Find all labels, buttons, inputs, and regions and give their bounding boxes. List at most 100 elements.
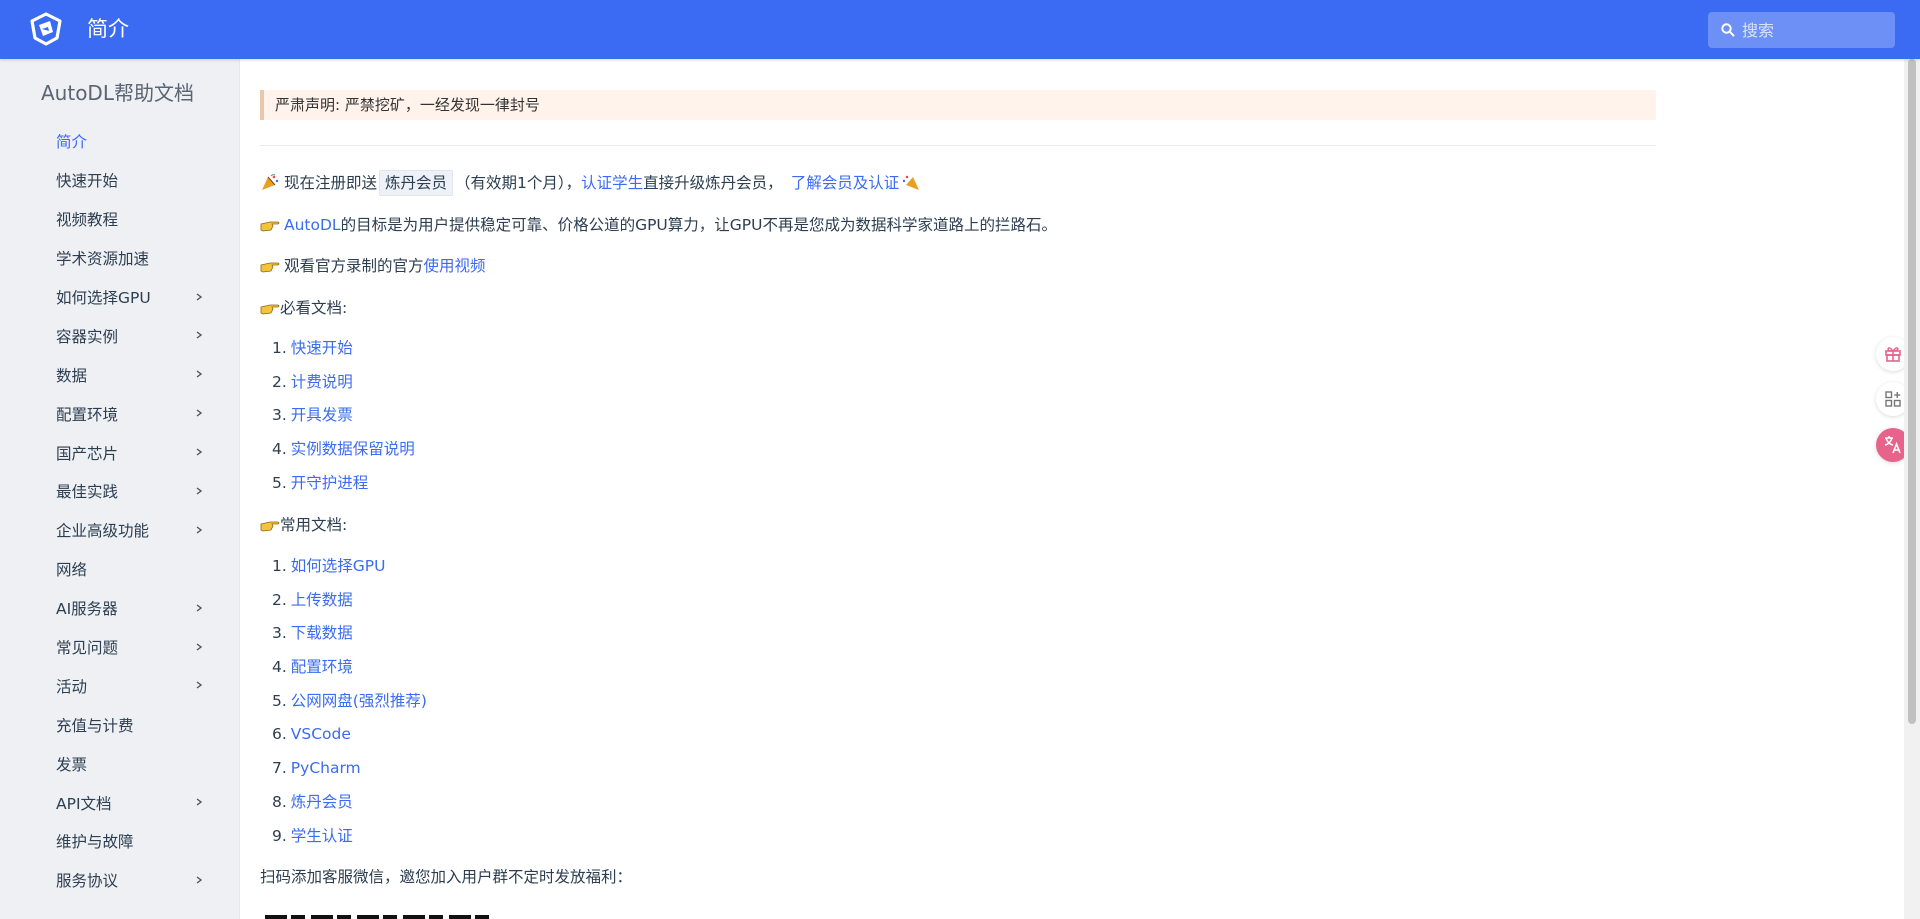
doc-list-item: 2. 计费说明 [272, 366, 415, 400]
sidebar-item[interactable]: 数据 [0, 355, 240, 394]
sidebar-item[interactable]: 发票 [0, 744, 240, 783]
doc-link[interactable]: 学生认证 [291, 827, 353, 845]
sidebar-item-label: 活动 [56, 677, 88, 696]
sidebar-item-label: 充值与计费 [56, 716, 134, 735]
list-number: 1. [272, 557, 287, 575]
doc-link[interactable]: 计费说明 [291, 373, 353, 391]
sidebar-item-label: 快速开始 [56, 172, 119, 191]
doc-link[interactable]: 配置环境 [291, 658, 353, 676]
membership-info-link[interactable]: 了解会员及认证 [791, 171, 900, 195]
doc-list-item: 6. VSCode [272, 718, 427, 752]
sidebar-item[interactable]: 充值与计费 [0, 705, 240, 744]
chevron-right-icon [196, 526, 203, 534]
doc-link[interactable]: 下载数据 [291, 624, 353, 642]
doc-list-item: 1. 如何选择GPU [272, 550, 427, 584]
must-read-list: 1. 快速开始 2. 计费说明 3. 开具发票 4. 实例数据保留说明 5. 开守护进程 [272, 332, 415, 500]
chevron-right-icon [196, 409, 203, 417]
chevron-right-icon [196, 370, 203, 378]
qr-code-image [265, 915, 495, 919]
list-number: 7. [272, 759, 287, 778]
sidebar-item[interactable]: 企业高级功能 [0, 511, 240, 550]
doc-link[interactable]: 开具发票 [291, 406, 353, 424]
member-badge: 炼丹会员 [379, 170, 454, 196]
sidebar-item-label: 配置环境 [56, 405, 119, 424]
chevron-right-icon [196, 293, 203, 301]
sidebar-item[interactable]: 视频教程 [0, 200, 240, 239]
sidebar-item-label: 网络 [56, 561, 88, 580]
chevron-right-icon [196, 876, 203, 884]
sidebar-item-label: AI服务器 [56, 600, 118, 619]
goal-line: AutoDL 的目标是为用户提供稳定可靠、价格公道的GPU算力，让GPU不再是您… [260, 213, 1057, 237]
sidebar-item[interactable]: 维护与故障 [0, 822, 240, 861]
scrollbar-thumb[interactable] [1908, 59, 1916, 724]
sidebar-item[interactable]: 常见问题 [0, 628, 240, 667]
sidebar-item[interactable]: 活动 [0, 666, 240, 705]
sidebar-item[interactable]: 网络 [0, 550, 240, 589]
sidebar-item[interactable]: 容器实例 [0, 316, 240, 355]
doc-list-item: 7. PyCharm [272, 752, 427, 786]
list-number: 6. [272, 725, 287, 744]
sidebar-item-label: 如何选择GPU [56, 289, 151, 307]
list-number: 3. [272, 624, 287, 643]
sidebar-item[interactable]: 简介 [0, 122, 240, 161]
video-text: 观看官方录制的官方 [284, 257, 424, 275]
pointing-hand-icon [260, 262, 280, 273]
sidebar-item[interactable]: AI服务器 [0, 589, 240, 628]
search-input[interactable] [1742, 20, 1892, 40]
sidebar-item-label: 数据 [56, 366, 88, 385]
video-link[interactable]: 使用视频 [424, 254, 486, 278]
search-box[interactable] [1708, 12, 1895, 48]
sidebar: AutoDL帮助文档 简介快速开始视频教程 学术资源加速如何选择GPU 容器实例数据… [0, 59, 240, 919]
pointing-hand-icon [260, 221, 280, 232]
doc-link[interactable]: PyCharm [291, 759, 361, 777]
doc-list-item: 5. 公网网盘(强烈推荐) [272, 685, 427, 719]
sidebar-item-label: API文档 [56, 794, 112, 813]
list-number: 5. [272, 691, 287, 710]
chevron-right-icon [196, 643, 203, 651]
sidebar-item[interactable]: 国产芯片 [0, 433, 240, 472]
sidebar-item-label: 国产芯片 [56, 444, 119, 463]
doc-link[interactable]: 快速开始 [291, 339, 353, 357]
page-scrollbar[interactable] [1904, 59, 1920, 919]
sidebar-item[interactable]: API文档 [0, 783, 240, 822]
student-verify-link[interactable]: 认证学生 [581, 171, 643, 195]
sidebar-item-label: 企业高级功能 [56, 522, 150, 541]
doc-link[interactable]: 实例数据保留说明 [291, 440, 415, 458]
doc-link[interactable]: 公网网盘(强烈推荐) [291, 692, 427, 710]
doc-list-item: 8. 炼丹会员 [272, 786, 427, 820]
promo-text-2: （有效期1个月）， [455, 174, 582, 192]
pointing-hand-icon [260, 304, 280, 315]
sidebar-item-label: 发票 [56, 755, 88, 774]
list-number: 4. [272, 658, 287, 677]
autodl-logo-icon[interactable] [28, 12, 64, 46]
list-number: 3. [272, 406, 287, 425]
chevron-right-icon [196, 798, 203, 806]
list-number: 4. [272, 440, 287, 459]
sidebar-item[interactable]: 学术资源加速 [0, 239, 240, 278]
sidebar-item[interactable]: 最佳实践 [0, 472, 240, 511]
promo-text-1: 现在注册即送 [284, 174, 378, 192]
promo-line: 现在注册即送 炼丹会员 （有效期1个月）， 认证学生 直接升级炼丹会员， 了解会… [260, 170, 925, 196]
sidebar-item[interactable]: 服务协议 [0, 861, 240, 900]
doc-list-item: 4. 配置环境 [272, 651, 427, 685]
gift-icon [1885, 347, 1901, 362]
sidebar-nav: 简介快速开始视频教程 学术资源加速如何选择GPU 容器实例数据配置环境国产芯片最佳实… [0, 122, 240, 900]
autodl-link[interactable]: AutoDL [284, 213, 341, 237]
doc-link[interactable]: 开守护进程 [291, 474, 369, 492]
list-number: 1. [272, 339, 287, 357]
list-number: 2. [272, 372, 287, 391]
common-docs-heading: 常用文档: [260, 513, 347, 537]
sidebar-item[interactable]: 配置环境 [0, 394, 240, 433]
sidebar-item-label: 常见问题 [56, 639, 119, 658]
sidebar-item-label: 维护与故障 [56, 833, 134, 852]
doc-link[interactable]: 上传数据 [291, 591, 353, 609]
sidebar-item[interactable]: 快速开始 [0, 161, 240, 200]
doc-list-item: 3. 下载数据 [272, 617, 427, 651]
pointing-hand-icon [260, 521, 280, 532]
sidebar-title[interactable]: AutoDL帮助文档 [41, 79, 194, 107]
sidebar-item[interactable]: 如何选择GPU [0, 278, 240, 317]
doc-link[interactable]: 炼丹会员 [291, 793, 353, 811]
apps-add-icon [1885, 391, 1901, 407]
doc-link[interactable]: VSCode [291, 725, 351, 743]
doc-link[interactable]: 如何选择GPU [291, 557, 386, 575]
